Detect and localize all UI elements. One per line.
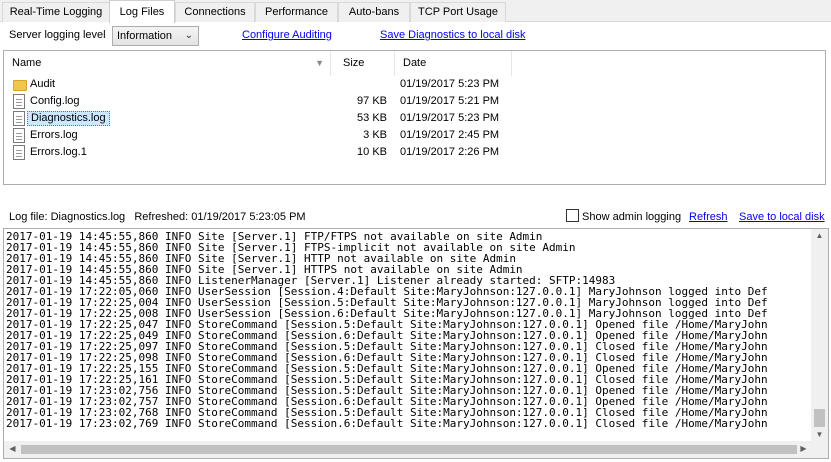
save-diagnostics-link[interactable]: Save Diagnostics to local disk [380,29,526,41]
document-icon [13,128,25,143]
chevron-down-icon: ⌄ [184,30,193,41]
tab-performance[interactable]: Performance [255,2,338,22]
file-date: 01/19/2017 2:45 PM [400,129,500,141]
scroll-up-icon[interactable]: ▲ [811,231,828,240]
file-row-diagnostics-log[interactable]: Diagnostics.log 53 KB 01/19/2017 5:23 PM [9,110,709,127]
file-row-config-log[interactable]: Config.log 97 KB 01/19/2017 5:21 PM [9,93,709,110]
configure-auditing-link[interactable]: Configure Auditing [242,29,332,41]
file-row-errors-log-1[interactable]: Errors.log.1 10 KB 01/19/2017 2:26 PM [9,144,709,161]
logging-level-value: Information [117,30,173,42]
save-to-local-disk-link[interactable]: Save to local disk [739,211,825,223]
log-viewer[interactable]: 2017-01-19 14:45:55,860 INFO Site [Serve… [3,228,829,459]
file-size: 53 KB [357,112,387,124]
sort-arrow-icon: ▼ [315,58,324,68]
tab-log-files[interactable]: Log Files [109,0,175,23]
file-row-errors-log[interactable]: Errors.log 3 KB 01/19/2017 2:45 PM [9,127,709,144]
log-status: Log file: Diagnostics.log Refreshed: 01/… [9,211,306,223]
column-header-size[interactable]: Size [335,51,395,76]
column-header-date[interactable]: Date [395,51,512,76]
file-name: Diagnostics.log [27,111,110,126]
document-icon [13,111,25,126]
tab-connections[interactable]: Connections [175,2,255,22]
server-logging-level-label: Server logging level [9,29,106,41]
show-admin-logging-label[interactable]: Show admin logging [582,211,681,223]
log-line: 2017-01-19 17:23:02,769 INFO StoreComman… [6,417,768,430]
log-file-label: Log file: Diagnostics.log [9,211,126,223]
log-text: 2017-01-19 14:45:55,860 INFO Site [Serve… [6,231,811,441]
scroll-right-icon[interactable]: ▶ [795,444,812,453]
vertical-scroll-thumb[interactable] [814,409,825,427]
folder-icon [13,80,27,91]
refresh-link[interactable]: Refresh [689,211,728,223]
file-date: 01/19/2017 5:21 PM [400,95,500,107]
tab-tcp-port-usage[interactable]: TCP Port Usage [410,2,506,22]
horizontal-scroll-thumb[interactable] [21,445,797,454]
document-icon [13,145,25,160]
file-list[interactable]: Name ▼ Size Date Audit 01/19/2017 5:23 P… [3,50,826,185]
tab-auto-bans[interactable]: Auto-bans [338,2,410,22]
file-size: 97 KB [357,95,387,107]
file-name: Config.log [30,95,80,107]
vertical-scrollbar[interactable]: ▲ ▼ [811,229,828,441]
logging-level-dropdown[interactable]: Information ⌄ [112,26,199,46]
document-icon [13,94,25,109]
refreshed-label: Refreshed: 01/19/2017 5:23:05 PM [134,211,306,223]
column-name-label: Name [12,57,42,69]
file-name: Audit [30,78,56,90]
scroll-down-icon[interactable]: ▼ [811,430,828,439]
file-size: 10 KB [357,146,387,158]
file-date: 01/19/2017 5:23 PM [400,78,500,90]
file-size: 3 KB [363,129,387,141]
file-date: 01/19/2017 5:23 PM [400,112,500,124]
tab-strip: Real-Time Logging Log Files Connections … [0,0,831,23]
file-name: Errors.log.1 [30,146,87,158]
horizontal-scrollbar[interactable]: ◀ ▶ [4,441,812,458]
file-date: 01/19/2017 2:26 PM [400,146,500,158]
scrollbar-corner [811,441,828,458]
file-name: Errors.log [30,129,78,141]
file-row-audit[interactable]: Audit 01/19/2017 5:23 PM [9,76,709,93]
scroll-left-icon[interactable]: ◀ [4,444,21,453]
tab-real-time-logging[interactable]: Real-Time Logging [2,2,110,22]
column-header-name[interactable]: Name ▼ [4,51,331,76]
show-admin-logging-checkbox[interactable] [566,209,579,222]
